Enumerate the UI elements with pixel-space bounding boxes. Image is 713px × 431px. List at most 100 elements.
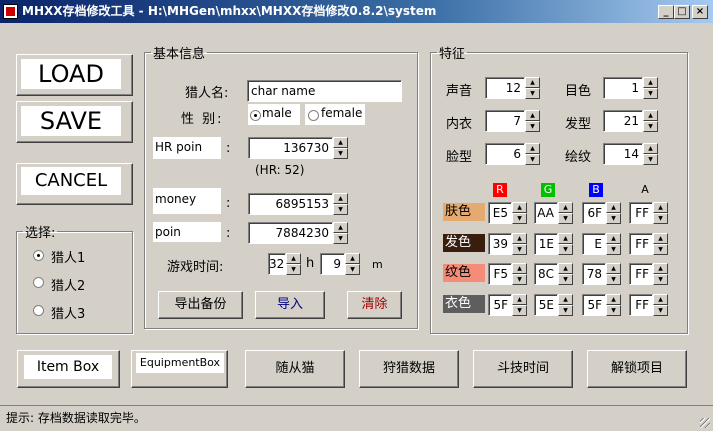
eye-color-value[interactable]: 1 [603, 77, 643, 99]
arena-time-button[interactable]: 斗技时间 [473, 350, 573, 388]
skin-alpha-spinner[interactable]: FF ▲ ▼ [629, 202, 668, 224]
load-button[interactable]: LOAD [16, 54, 133, 96]
cancel-button[interactable]: CANCEL [16, 163, 133, 205]
hair-alpha-value[interactable]: FF [629, 233, 653, 255]
spin-down-icon[interactable]: ▼ [512, 244, 527, 255]
spin-down-icon[interactable]: ▼ [643, 154, 658, 165]
minutes-spinner[interactable]: 9 ▲ ▼ [320, 253, 360, 275]
spin-down-icon[interactable]: ▼ [558, 213, 573, 224]
spin-up-icon[interactable]: ▲ [558, 263, 573, 274]
spin-up-icon[interactable]: ▲ [525, 143, 540, 154]
pattern-green-spinner[interactable]: 8C ▲ ▼ [534, 263, 573, 285]
spin-up-icon[interactable]: ▲ [525, 110, 540, 121]
save-button[interactable]: SAVE [16, 101, 133, 143]
import-button[interactable]: 导入 [255, 291, 325, 319]
face-value[interactable]: 6 [485, 143, 525, 165]
hair-blue-value[interactable]: E [582, 233, 606, 255]
voice-spinner[interactable]: 12 ▲ ▼ [485, 77, 540, 99]
hair-green-value[interactable]: 1E [534, 233, 558, 255]
minutes-value[interactable]: 9 [320, 253, 345, 275]
hunter-1-radio[interactable] [33, 250, 44, 261]
spin-up-icon[interactable]: ▲ [333, 137, 348, 148]
innerwear-spinner[interactable]: 7 ▲ ▼ [485, 110, 540, 132]
money-value[interactable]: 6895153 [248, 193, 333, 215]
pattern-green-value[interactable]: 8C [534, 263, 558, 285]
clothing-alpha-value[interactable]: FF [629, 294, 653, 316]
spin-up-icon[interactable]: ▲ [558, 233, 573, 244]
app-icon[interactable] [3, 4, 18, 19]
hair-red-spinner[interactable]: 39 ▲ ▼ [488, 233, 527, 255]
spin-up-icon[interactable]: ▲ [558, 202, 573, 213]
spin-down-icon[interactable]: ▼ [525, 88, 540, 99]
hunter-1-label[interactable]: 猎人1 [51, 247, 85, 266]
equipment-box-button[interactable]: EquipmentBox [131, 350, 228, 388]
clothing-blue-value[interactable]: 5F [582, 294, 606, 316]
spin-up-icon[interactable]: ▲ [606, 233, 621, 244]
name-input[interactable]: char name [247, 80, 402, 102]
hunter-3-radio[interactable] [33, 305, 44, 316]
hours-value[interactable]: 32 [268, 253, 286, 275]
spin-down-icon[interactable]: ▼ [653, 274, 668, 285]
clothing-blue-spinner[interactable]: 5F ▲ ▼ [582, 294, 621, 316]
spin-up-icon[interactable]: ▲ [345, 253, 360, 264]
resize-grip-icon[interactable] [700, 418, 710, 428]
point-spinner[interactable]: 7884230 ▲ ▼ [248, 222, 348, 244]
pattern-blue-spinner[interactable]: 78 ▲ ▼ [582, 263, 621, 285]
voice-value[interactable]: 12 [485, 77, 525, 99]
hairstyle-spinner[interactable]: 21 ▲ ▼ [603, 110, 658, 132]
eye-color-spinner[interactable]: 1 ▲ ▼ [603, 77, 658, 99]
skin-green-spinner[interactable]: AA ▲ ▼ [534, 202, 573, 224]
clothing-alpha-spinner[interactable]: FF ▲ ▼ [629, 294, 668, 316]
spin-up-icon[interactable]: ▲ [606, 202, 621, 213]
skin-alpha-value[interactable]: FF [629, 202, 653, 224]
item-box-button[interactable]: Item Box [17, 350, 120, 388]
hr-spinner[interactable]: 136730 ▲ ▼ [248, 137, 348, 159]
spin-down-icon[interactable]: ▼ [643, 121, 658, 132]
spin-down-icon[interactable]: ▼ [606, 305, 621, 316]
skin-blue-value[interactable]: 6F [582, 202, 606, 224]
female-radio[interactable] [308, 110, 319, 121]
hair-alpha-spinner[interactable]: FF ▲ ▼ [629, 233, 668, 255]
hunter-2-radio[interactable] [33, 277, 44, 288]
spin-up-icon[interactable]: ▲ [286, 253, 301, 264]
spin-down-icon[interactable]: ▼ [345, 264, 360, 275]
skin-red-spinner[interactable]: E5 ▲ ▼ [488, 202, 527, 224]
innerwear-value[interactable]: 7 [485, 110, 525, 132]
spin-up-icon[interactable]: ▲ [512, 294, 527, 305]
spin-up-icon[interactable]: ▲ [558, 294, 573, 305]
title-bar[interactable]: MHXX存档修改工具 - H:\MHGen\mhxx\MHXX存档修改0.8.2… [0, 0, 713, 23]
spin-down-icon[interactable]: ▼ [653, 244, 668, 255]
hairstyle-value[interactable]: 21 [603, 110, 643, 132]
spin-up-icon[interactable]: ▲ [643, 77, 658, 88]
spin-down-icon[interactable]: ▼ [512, 274, 527, 285]
pattern-red-value[interactable]: F5 [488, 263, 512, 285]
skin-green-value[interactable]: AA [534, 202, 558, 224]
spin-up-icon[interactable]: ▲ [653, 233, 668, 244]
point-value[interactable]: 7884230 [248, 222, 333, 244]
spin-up-icon[interactable]: ▲ [606, 294, 621, 305]
spin-up-icon[interactable]: ▲ [653, 263, 668, 274]
clothing-red-spinner[interactable]: 5F ▲ ▼ [488, 294, 527, 316]
face-paint-value[interactable]: 14 [603, 143, 643, 165]
spin-down-icon[interactable]: ▼ [333, 233, 348, 244]
female-label[interactable]: female [321, 106, 362, 120]
skin-blue-spinner[interactable]: 6F ▲ ▼ [582, 202, 621, 224]
spin-down-icon[interactable]: ▼ [643, 88, 658, 99]
skin-red-value[interactable]: E5 [488, 202, 512, 224]
hr-value[interactable]: 136730 [248, 137, 333, 159]
hair-blue-spinner[interactable]: E ▲ ▼ [582, 233, 621, 255]
spin-down-icon[interactable]: ▼ [558, 305, 573, 316]
hunter-2-label[interactable]: 猎人2 [51, 275, 85, 294]
close-button[interactable]: × [692, 5, 708, 19]
spin-up-icon[interactable]: ▲ [653, 294, 668, 305]
spin-up-icon[interactable]: ▲ [653, 202, 668, 213]
spin-up-icon[interactable]: ▲ [512, 202, 527, 213]
spin-down-icon[interactable]: ▼ [525, 154, 540, 165]
spin-up-icon[interactable]: ▲ [606, 263, 621, 274]
spin-down-icon[interactable]: ▼ [525, 121, 540, 132]
pattern-blue-value[interactable]: 78 [582, 263, 606, 285]
spin-up-icon[interactable]: ▲ [643, 110, 658, 121]
felyne-button[interactable]: 随从猫 [245, 350, 345, 388]
clear-button[interactable]: 清除 [347, 291, 402, 319]
face-paint-spinner[interactable]: 14 ▲ ▼ [603, 143, 658, 165]
